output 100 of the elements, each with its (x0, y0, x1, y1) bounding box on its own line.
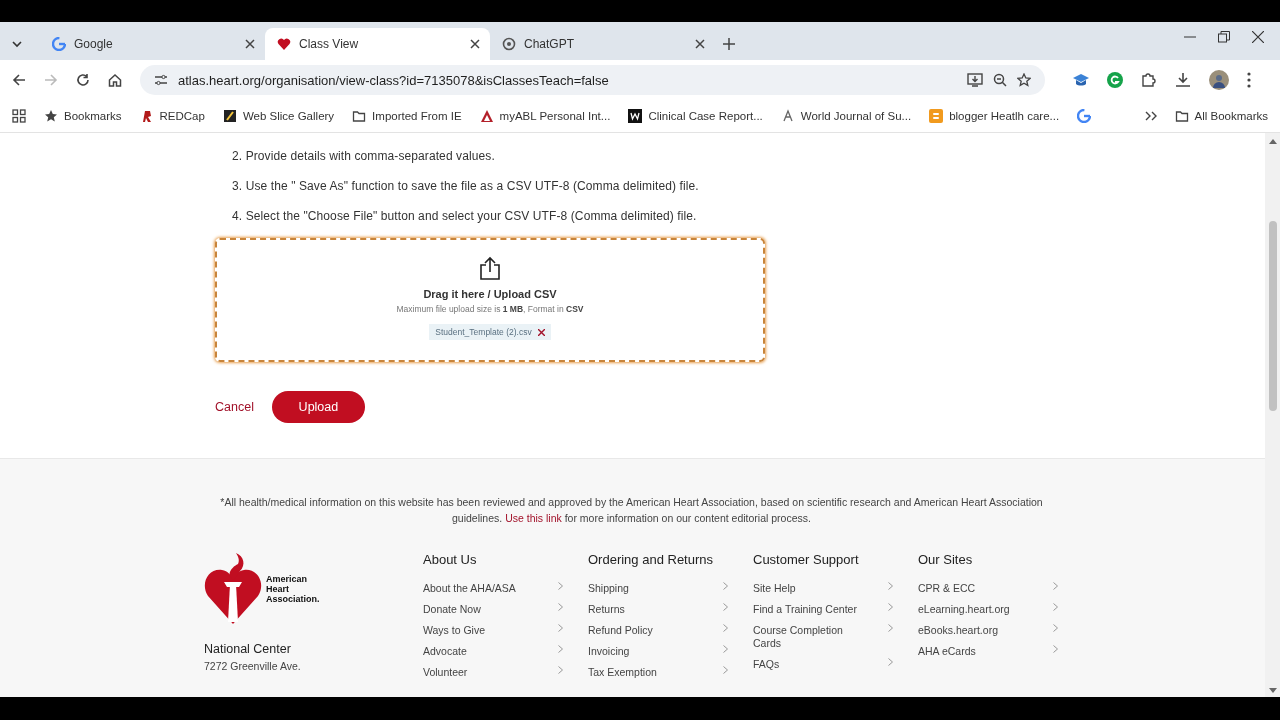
heart-torch-logo-icon (204, 552, 262, 626)
footer-link[interactable]: AHA eCards (918, 645, 1058, 658)
footer-heading: About Us (423, 552, 478, 567)
footer-heading: Ordering and Returns (588, 552, 714, 567)
upload-icon (479, 256, 501, 280)
grammarly-icon[interactable] (1107, 72, 1123, 88)
bookmark[interactable]: Imported From IE (352, 109, 462, 123)
w-logo-icon (628, 109, 643, 123)
chevron-right-icon (888, 624, 893, 632)
footer-link[interactable]: Find a Training Center (753, 603, 893, 616)
g-logo-icon (52, 37, 66, 51)
footer-link[interactable]: FAQs (753, 658, 893, 671)
avatar-icon[interactable] (1209, 70, 1229, 90)
close-icon[interactable] (245, 39, 255, 49)
footer-link[interactable]: Invoicing (588, 645, 728, 658)
file-chip: Student_Template (2).csv (429, 324, 551, 340)
graduation-cap-icon[interactable] (1073, 73, 1089, 87)
chevron-right-icon (1053, 582, 1058, 590)
footer-link[interactable]: CPR & ECC (918, 582, 1058, 595)
close-icon[interactable] (1252, 31, 1264, 43)
disclaimer-text: *All health/medical information on this website has been reviewed and approved by the American Heart Association, based on scientific research and American Heart Association guidelines. Use this link for more information on our content editorial process. (219, 495, 1044, 526)
more-icon[interactable] (1247, 72, 1251, 88)
g-logo-icon (1077, 109, 1092, 123)
footer-link[interactable]: Volunteer (423, 666, 563, 679)
heart-icon (277, 37, 291, 51)
blogger-icon (929, 109, 944, 123)
back-icon[interactable] (12, 73, 26, 87)
close-icon[interactable] (695, 39, 705, 49)
puzzle-icon[interactable] (1141, 72, 1157, 88)
chevron-right-icon (723, 624, 728, 632)
footer-link[interactable]: Refund Policy (588, 624, 728, 637)
all-bookmarks[interactable]: All Bookmarks (1174, 109, 1268, 123)
restore-icon[interactable] (1218, 31, 1230, 43)
upload-button[interactable]: Upload (271, 391, 365, 423)
footer-link[interactable]: Ways to Give (423, 624, 563, 637)
cancel-button[interactable]: Cancel (215, 396, 254, 418)
reload-icon[interactable] (76, 73, 90, 87)
footer-link[interactable]: eBooks.heart.org (918, 624, 1058, 637)
plus-icon[interactable] (723, 38, 735, 50)
instruction-text: 3. Use the " Save As" function to save the file as a CSV UTF-8 (Comma delimited) file. (232, 178, 700, 195)
chevron-right-icon (723, 582, 728, 590)
footer-link[interactable]: Tax Exemption (588, 666, 728, 679)
upload-dropzone[interactable]: Drag it here / Upload CSV Maximum file upload size is 1 MB, Format in CSV Student_Template (2).csv (215, 238, 765, 362)
scrollbar[interactable] (1265, 133, 1280, 697)
chevron-right-icon (723, 645, 728, 653)
bookmark[interactable]: Web Slice Gallery (222, 109, 335, 123)
footer-heading: Our Sites (918, 552, 974, 567)
address-line: 7272 Greenville Ave. (204, 660, 302, 672)
footer-link[interactable]: eLearning.heart.org (918, 603, 1058, 616)
instruction-text: 2. Provide details with comma-separated values. (232, 148, 496, 165)
chevrons-icon[interactable] (1144, 111, 1157, 121)
site-settings-icon[interactable] (154, 73, 168, 87)
chevron-right-icon (558, 582, 563, 590)
bookmark[interactable] (1077, 109, 1092, 123)
browser-tab[interactable]: Google (40, 28, 265, 60)
instruction-text: 4. Select the "Choose File" button and select your CSV UTF-8 (Comma delimited) file. (232, 208, 698, 225)
logo-text: American Heart Association. (266, 574, 320, 604)
triangle-icon (479, 109, 494, 123)
footer-link[interactable]: Course Completion Cards (753, 624, 893, 650)
browser-tab[interactable]: ChatGPT (490, 28, 715, 60)
star-icon (44, 109, 58, 123)
slice-icon (222, 109, 237, 123)
chevron-right-icon (558, 603, 563, 611)
chevron-right-icon (888, 582, 893, 590)
footer-link[interactable]: Shipping (588, 582, 728, 595)
scrollbar-thumb[interactable] (1268, 221, 1277, 411)
download-icon[interactable] (1175, 72, 1191, 88)
home-icon[interactable] (108, 73, 122, 87)
footer-heading: Customer Support (753, 552, 860, 567)
zoom-icon[interactable] (993, 73, 1007, 87)
install-icon[interactable] (967, 73, 983, 87)
address-title: National Center (204, 642, 292, 656)
footer-link[interactable]: Returns (588, 603, 728, 616)
folder-icon (1174, 109, 1189, 123)
chevron-right-icon (558, 666, 563, 674)
bookmark[interactable]: blogger Heatlh care... (929, 109, 1060, 123)
footer-link[interactable]: Advocate (423, 645, 563, 658)
editorial-link[interactable]: Use this link (505, 512, 562, 524)
folder-icon (352, 109, 367, 123)
bookmark[interactable]: Clinical Case Report... (628, 109, 763, 123)
chevron-right-icon (1053, 603, 1058, 611)
bookmark[interactable]: REDCap (139, 109, 205, 123)
close-icon[interactable] (470, 39, 480, 49)
footer-link[interactable]: Site Help (753, 582, 893, 595)
bookmark[interactable]: World Journal of Su... (780, 109, 912, 123)
browser-tab[interactable]: Class View (265, 28, 490, 60)
chevron-right-icon (1053, 645, 1058, 653)
bookmark[interactable]: Bookmarks (44, 109, 122, 123)
address-bar[interactable]: atlas.heart.org/organisation/view-class?id=7135078&isClassesTeach=false (140, 65, 1045, 95)
star-icon[interactable] (1017, 73, 1031, 87)
chevron-right-icon (888, 603, 893, 611)
scroll-down-icon[interactable] (1268, 688, 1277, 693)
remove-icon[interactable] (537, 328, 545, 336)
chevron-right-icon (888, 658, 893, 666)
bookmark[interactable]: myABL Personal Int... (479, 109, 611, 123)
chevron-right-icon (558, 624, 563, 632)
footer-link[interactable]: About the AHA/ASA (423, 582, 563, 595)
footer-link[interactable]: Donate Now (423, 603, 563, 616)
scroll-up-icon[interactable] (1268, 139, 1277, 144)
apps-grid-icon[interactable] (12, 109, 26, 123)
